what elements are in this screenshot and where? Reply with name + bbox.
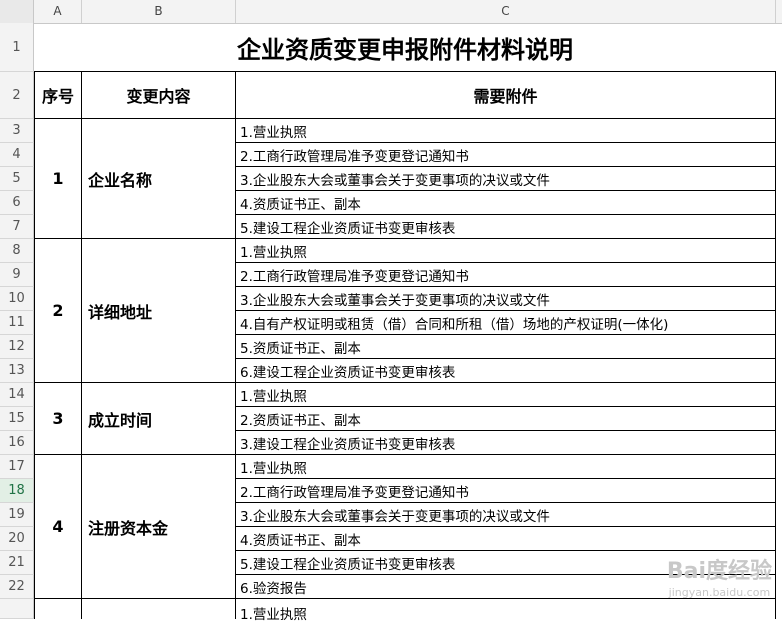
group-index-cell[interactable]: 4 xyxy=(34,455,82,599)
attachment-item[interactable]: 3.企业股东大会或董事会关于变更事项的决议或文件 xyxy=(236,287,776,311)
row-header-2[interactable]: 2 xyxy=(0,72,34,119)
attachment-item[interactable]: 4.资质证书正、副本 xyxy=(236,191,776,215)
row-header-22[interactable]: 22 xyxy=(0,575,34,599)
attachment-item[interactable]: 4.自有产权证明或租赁（借）合同和所租（借）场地的产权证明(一体化) xyxy=(236,311,776,335)
attachment-item[interactable]: 2.工商行政管理局准予变更登记通知书 xyxy=(236,479,776,503)
attachment-item[interactable]: 3.企业股东大会或董事会关于变更事项的决议或文件 xyxy=(236,167,776,191)
attachment-item[interactable]: 1.营业执照 xyxy=(236,119,776,143)
row-header-6[interactable]: 6 xyxy=(0,191,34,215)
select-all-corner[interactable] xyxy=(0,0,34,23)
header-content[interactable]: 变更内容 xyxy=(82,72,236,119)
change-item-name[interactable]: 成立时间 xyxy=(82,383,236,455)
row-header-20[interactable]: 20 xyxy=(0,527,34,551)
row-header-1[interactable]: 1 xyxy=(0,23,34,72)
group-index-cell[interactable]: 1 xyxy=(34,119,82,239)
row-header-15[interactable]: 15 xyxy=(0,407,34,431)
attachment-item[interactable]: 2.工商行政管理局准予变更登记通知书 xyxy=(236,263,776,287)
row-header-4[interactable]: 4 xyxy=(0,143,34,167)
row-header-18[interactable]: 18 xyxy=(0,479,34,503)
row-header-21[interactable]: 21 xyxy=(0,551,34,575)
attachment-item[interactable]: 5.资质证书正、副本 xyxy=(236,335,776,359)
group-index-cell-partial[interactable] xyxy=(34,599,82,619)
row-header-8[interactable]: 8 xyxy=(0,239,34,263)
row-header-12[interactable]: 12 xyxy=(0,335,34,359)
attachment-item[interactable]: 1.营业执照 xyxy=(236,455,776,479)
change-item-name-partial[interactable] xyxy=(82,599,236,619)
row-header-17[interactable]: 17 xyxy=(0,455,34,479)
column-header-bar: A B C xyxy=(0,0,782,24)
attachment-item[interactable]: 1.营业执照 xyxy=(236,239,776,263)
row-header-16[interactable]: 16 xyxy=(0,431,34,455)
row-header-partial[interactable] xyxy=(0,599,34,619)
attachment-item[interactable]: 3.企业股东大会或董事会关于变更事项的决议或文件 xyxy=(236,503,776,527)
attachment-item[interactable]: 2.工商行政管理局准予变更登记通知书 xyxy=(236,143,776,167)
column-header-c[interactable]: C xyxy=(236,0,776,23)
attachment-item[interactable]: 3.建设工程企业资质证书变更审核表 xyxy=(236,431,776,455)
row-header-9[interactable]: 9 xyxy=(0,263,34,287)
attachment-item[interactable]: 2.资质证书正、副本 xyxy=(236,407,776,431)
row-header-7[interactable]: 7 xyxy=(0,215,34,239)
row-header-14[interactable]: 14 xyxy=(0,383,34,407)
row-header-19[interactable]: 19 xyxy=(0,503,34,527)
change-item-name[interactable]: 企业名称 xyxy=(82,119,236,239)
header-index[interactable]: 序号 xyxy=(34,72,82,119)
attachment-item[interactable]: 1.营业执照 xyxy=(236,383,776,407)
change-item-name[interactable]: 注册资本金 xyxy=(82,455,236,599)
column-header-b[interactable]: B xyxy=(82,0,236,23)
row-header-11[interactable]: 11 xyxy=(0,311,34,335)
group-index-cell[interactable]: 2 xyxy=(34,239,82,383)
row-header-3[interactable]: 3 xyxy=(0,119,34,143)
group-index-cell[interactable]: 3 xyxy=(34,383,82,455)
attachment-item[interactable]: 4.资质证书正、副本 xyxy=(236,527,776,551)
watermark: Bai度经验 jingyan.baidu.com xyxy=(667,559,772,599)
change-item-name[interactable]: 详细地址 xyxy=(82,239,236,383)
row-header-13[interactable]: 13 xyxy=(0,359,34,383)
watermark-brand: Bai度经验 xyxy=(666,559,772,585)
attachment-item[interactable]: 6.建设工程企业资质证书变更审核表 xyxy=(236,359,776,383)
attachment-item[interactable]: 5.建设工程企业资质证书变更审核表 xyxy=(236,215,776,239)
column-header-a[interactable]: A xyxy=(34,0,82,23)
header-attachments[interactable]: 需要附件 xyxy=(236,72,776,119)
watermark-url: jingyan.baidu.com xyxy=(668,585,771,599)
attachment-item-partial[interactable]: 1.营业执照 xyxy=(236,599,776,623)
row-header-5[interactable]: 5 xyxy=(0,167,34,191)
sheet-title[interactable]: 企业资质变更申报附件材料说明 xyxy=(34,23,776,72)
row-header-10[interactable]: 10 xyxy=(0,287,34,311)
